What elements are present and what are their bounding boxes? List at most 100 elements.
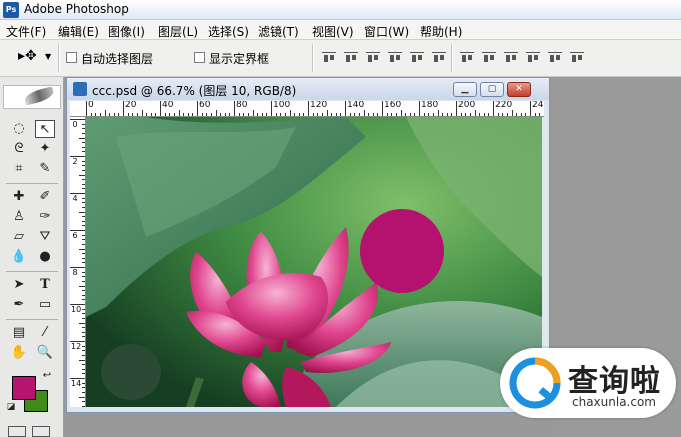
feather-logo-icon [22, 86, 56, 106]
ruler-left-label: 14 [71, 379, 82, 388]
ruler-tick [82, 345, 85, 347]
type-tool-icon[interactable]: T [35, 276, 55, 294]
ruler-tick [506, 113, 508, 116]
marquee-tool-icon[interactable]: ◌ [9, 120, 29, 138]
align-left-icon[interactable] [388, 52, 402, 64]
align-horizontal-center-icon[interactable] [410, 52, 424, 64]
quick-mask-mode-icon[interactable] [32, 426, 50, 437]
ruler-tick [82, 188, 85, 190]
ruler-tick [82, 123, 85, 125]
align-bottom-icon[interactable] [366, 52, 380, 64]
hand-tool-icon[interactable]: ✋ [9, 344, 29, 362]
vertical-ruler[interactable]: 0 2 4 6 8 10 12 14 [70, 117, 86, 407]
menu-item-3[interactable]: 图层(L) [158, 23, 198, 40]
foreground-color-swatch[interactable] [12, 376, 36, 400]
move-tool-icon[interactable]: ▸✥ [18, 48, 37, 64]
ruler-tick [294, 113, 296, 116]
menu-item-4[interactable]: 选择(S) [208, 23, 249, 40]
ruler-tick [395, 113, 397, 116]
menu-item-7[interactable]: 窗口(W) [364, 23, 409, 40]
crop-tool-icon[interactable]: ⌗ [9, 160, 29, 178]
distribute-right-icon[interactable] [570, 52, 584, 64]
document-title-bar[interactable]: ccc.psd @ 66.7% (图层 10, RGB/8) ▁ ▢ ✕ [67, 78, 549, 100]
ruler-tick [104, 110, 106, 116]
dodge-tool-icon[interactable]: ● [35, 248, 55, 266]
menu-item-8[interactable]: 帮助(H) [420, 23, 462, 40]
ruler-tick [82, 401, 85, 403]
menu-item-6[interactable]: 视图(V) [312, 23, 354, 40]
maximize-button[interactable]: ▢ [480, 82, 504, 97]
toolbox-separator [6, 271, 58, 272]
ruler-tick [252, 110, 254, 116]
app-title-bar: Ps Adobe Photoshop [0, 0, 681, 20]
slice-tool-icon[interactable]: ✎ [35, 160, 55, 178]
ruler-tick [391, 113, 393, 116]
ruler-tick [400, 110, 402, 116]
move-tool-icon[interactable]: ↖ [35, 120, 55, 138]
horizontal-ruler[interactable]: 0 20 40 60 80 100 120 140 160 180 200 220 24 [70, 101, 544, 117]
tool-preset-chevron-down-icon[interactable]: ▼ [45, 52, 51, 61]
ruler-tick [86, 101, 87, 116]
paint-bucket-tool-icon[interactable]: ⛛ [35, 228, 55, 246]
notes-tool-icon[interactable]: ▤ [9, 324, 29, 342]
distribute-top-icon[interactable] [460, 52, 474, 64]
ruler-tick [326, 110, 328, 116]
zoom-tool-icon[interactable]: 🔍 [35, 344, 55, 362]
ruler-tick [155, 113, 157, 116]
ruler-tick [183, 113, 185, 116]
ruler-tick [280, 113, 282, 116]
minimize-button[interactable]: ▁ [453, 82, 477, 97]
image-canvas[interactable] [86, 117, 542, 407]
brush-tool-icon[interactable]: ✐ [35, 188, 55, 206]
ruler-tick [224, 113, 226, 116]
menu-item-1[interactable]: 编辑(E) [58, 23, 99, 40]
ruler-tick [261, 113, 263, 116]
clone-stamp-tool-icon[interactable]: ♙ [9, 208, 29, 226]
ruler-tick [234, 101, 235, 116]
auto-select-layer-checkbox[interactable] [66, 52, 77, 63]
show-bounding-box-checkbox[interactable] [194, 52, 205, 63]
ruler-top-label: 120 [310, 101, 328, 110]
distribute-hcenter-icon[interactable] [548, 52, 562, 64]
distribute-bottom-icon[interactable] [504, 52, 518, 64]
close-button[interactable]: ✕ [507, 82, 531, 97]
default-colors-icon[interactable]: ◪ [6, 402, 16, 412]
ruler-tick [317, 113, 319, 116]
ruler-tick [82, 290, 85, 292]
ruler-left-label: 0 [72, 120, 78, 129]
pen-tool-icon[interactable]: ✒ [9, 296, 29, 314]
align-vertical-center-icon[interactable] [344, 52, 358, 64]
healing-brush-tool-icon[interactable]: ✚ [9, 188, 29, 206]
distribute-left-icon[interactable] [526, 52, 540, 64]
ruler-tick [82, 368, 85, 370]
ruler-tick [82, 160, 85, 162]
magic-wand-tool-icon[interactable]: ✦ [35, 140, 55, 158]
align-top-icon[interactable] [322, 52, 336, 64]
menu-item-5[interactable]: 滤镜(T) [258, 23, 299, 40]
ruler-tick [349, 113, 351, 116]
standard-mode-icon[interactable] [8, 426, 26, 437]
ruler-tick [192, 113, 194, 116]
menu-item-0[interactable]: 文件(F) [6, 23, 46, 40]
ruler-tick [79, 359, 85, 361]
eyedropper-tool-icon[interactable]: ⁄ [35, 324, 55, 342]
lasso-tool-icon[interactable]: ᘓ [9, 140, 29, 158]
ruler-tick [340, 113, 342, 116]
ruler-tick [169, 113, 171, 116]
ruler-tick [82, 299, 85, 301]
distribute-vcenter-icon[interactable] [482, 52, 496, 64]
ruler-tick [132, 113, 134, 116]
ruler-tick [79, 137, 85, 139]
ruler-tick [206, 113, 208, 116]
eraser-tool-icon[interactable]: ▱ [9, 228, 29, 246]
ruler-tick [82, 132, 85, 134]
ruler-tick [284, 113, 286, 116]
align-right-icon[interactable] [432, 52, 446, 64]
swap-colors-icon[interactable]: ↩ [40, 370, 54, 382]
path-selection-tool-icon[interactable]: ➤ [9, 276, 29, 294]
ruler-tick [70, 230, 85, 231]
menu-item-2[interactable]: 图像(I) [108, 23, 145, 40]
shape-tool-icon[interactable]: ▭ [35, 296, 55, 314]
blur-tool-icon[interactable]: 💧 [9, 248, 29, 266]
history-brush-tool-icon[interactable]: ✑ [35, 208, 55, 226]
